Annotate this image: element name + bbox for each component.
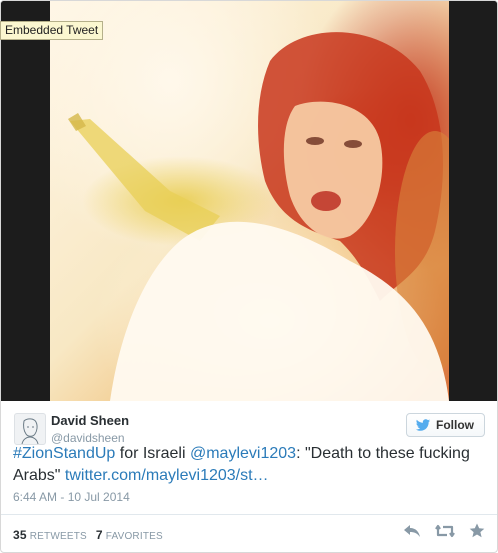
hashtag-link[interactable]: #ZionStandUp: [13, 445, 115, 462]
star-icon[interactable]: [469, 523, 485, 543]
embedded-tweet-card: David Sheen @davidsheen Follow #ZionStan…: [0, 0, 498, 553]
letterbox-right: [449, 1, 497, 401]
author-name[interactable]: David Sheen: [51, 413, 129, 428]
follow-button[interactable]: Follow: [406, 413, 485, 437]
tweet-photo[interactable]: [50, 1, 449, 401]
retweets-count[interactable]: 35: [13, 528, 27, 542]
tweet-actions: [403, 523, 485, 543]
tweet-timestamp[interactable]: 6:44 AM - 10 Jul 2014: [13, 490, 130, 504]
tweet-stats: 35 RETWEETS 7 FAVORITES: [13, 528, 163, 542]
tweet-text: #ZionStandUp for Israeli @maylevi1203: "…: [13, 443, 483, 487]
follow-label: Follow: [436, 418, 474, 432]
retweet-icon[interactable]: [435, 524, 455, 543]
avatar-sketch-icon: [21, 418, 39, 444]
favorites-label[interactable]: FAVORITES: [106, 531, 163, 542]
mention-link[interactable]: @maylevi1203: [190, 445, 296, 462]
divider: [1, 514, 497, 515]
avatar[interactable]: [14, 413, 46, 445]
letterbox-left: [1, 1, 50, 401]
tweet-url-link[interactable]: twitter.com/maylevi1203/st…: [65, 467, 269, 484]
tweet-text-part-1: for Israeli: [115, 445, 190, 462]
twitter-bird-icon: [415, 418, 431, 431]
embedded-tweet-tooltip: Embedded Tweet: [0, 21, 104, 40]
photo-illustration: [68, 32, 449, 401]
tweet-media[interactable]: [1, 1, 497, 401]
reply-icon[interactable]: [403, 524, 421, 543]
favorites-count[interactable]: 7: [96, 528, 103, 542]
retweets-label[interactable]: RETWEETS: [30, 531, 87, 542]
